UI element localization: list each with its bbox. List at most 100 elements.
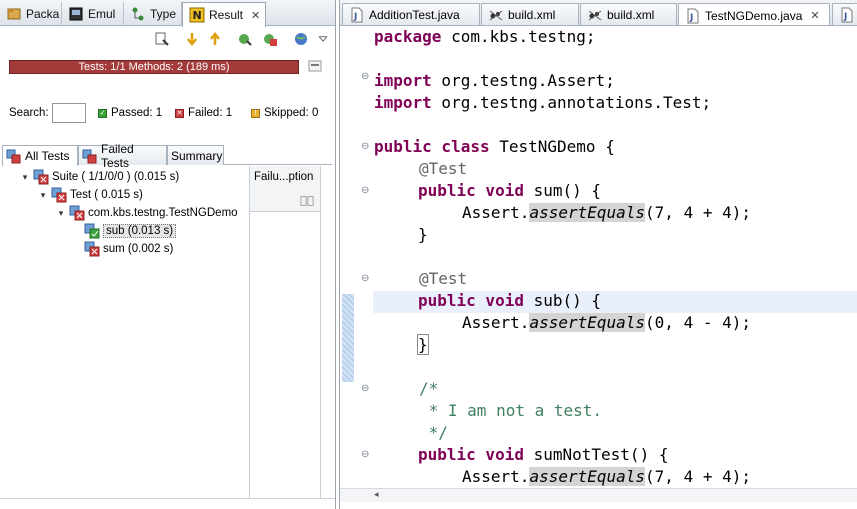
java-file-icon: J [839, 7, 855, 23]
java-file-icon: J [685, 8, 701, 24]
minimize-icon[interactable] [308, 60, 322, 72]
code-line: /* [419, 379, 439, 398]
tab-label: Emul [88, 7, 116, 21]
code-area[interactable]: package com.kbs.testng; import org.testn… [374, 26, 751, 486]
editor-tab-bar: J AdditionTest.java build.xml build.xml … [340, 0, 857, 26]
code-line: } [418, 225, 428, 244]
collapse-icon[interactable]: ▾ [56, 208, 66, 219]
tab-summary[interactable]: Summary [167, 145, 224, 165]
tab-addition-test[interactable]: J AdditionTest.java [342, 3, 480, 25]
scroll-left-icon[interactable]: ◂ [374, 489, 379, 500]
failure-exception-pane: Failu...ption [249, 166, 321, 498]
tree-item-class[interactable]: ▾ com.kbs.testng.TestNGDemo [56, 204, 238, 222]
code-line: * I am not a test. [419, 401, 603, 420]
code-line: Assert.assertEquals(7, 4 + 4); [462, 203, 751, 222]
package-explorer-icon [6, 6, 22, 22]
code-line: Assert.assertEquals(0, 4 - 4); [462, 313, 751, 332]
code-line: public void sumNotTest() { [418, 445, 669, 464]
type-hierarchy-icon [130, 6, 146, 22]
fold-icon[interactable]: ⊖ [361, 186, 371, 196]
tree-label: sub (0.013 s) [103, 224, 177, 238]
fold-icon[interactable]: ⊖ [361, 384, 371, 394]
java-file-icon: J [349, 7, 365, 23]
rerun-icon[interactable] [236, 30, 254, 48]
tab-label: All Tests [25, 149, 70, 163]
code-line: public class TestNGDemo { [374, 137, 615, 156]
collapse-icon[interactable]: ▾ [20, 172, 30, 183]
svg-text:J: J [353, 12, 357, 22]
compare-icon[interactable] [300, 194, 314, 211]
search-label: Search: [9, 107, 49, 119]
progress-bar: Tests: 1/1 Methods: 2 (189 ms) [9, 60, 299, 74]
passed-count: ✓ Passed: 1 [98, 107, 162, 119]
view-menu-icon[interactable] [314, 30, 332, 48]
tab-failed-tests[interactable]: Failed Tests [78, 142, 167, 170]
tree-label: sum (0.002 s) [103, 243, 174, 255]
svg-text:N: N [193, 9, 202, 22]
tab-emulator[interactable]: Emul [62, 2, 124, 26]
suite-failed-icon [33, 169, 49, 185]
rerun-failed-icon[interactable] [261, 30, 279, 48]
fold-icon[interactable]: ⊖ [361, 72, 371, 82]
skipped-label: Skipped: 0 [264, 107, 319, 119]
tab-label: AdditionTest.java [369, 8, 460, 22]
tree-label: Test ( 0.015 s) [70, 189, 143, 201]
horizontal-scrollbar[interactable]: ◂ [340, 488, 857, 502]
test-failed-icon [51, 187, 67, 203]
code-line: */ [419, 423, 448, 442]
next-failure-icon[interactable] [183, 30, 201, 48]
run-failed-icon[interactable] [153, 30, 171, 48]
code-line: Assert.assertEquals(7, 4 + 4); [462, 467, 751, 486]
tab-testngdemo-java[interactable]: J TestNGDemo.java ✕ [678, 3, 830, 25]
tab-build-xml-2[interactable]: build.xml [580, 3, 677, 25]
svg-text:J: J [689, 13, 693, 23]
passed-icon: ✓ [98, 108, 107, 118]
close-icon[interactable]: ✕ [810, 9, 819, 22]
tab-label: TestNGDemo.java [705, 8, 803, 23]
class-failed-icon [69, 205, 85, 221]
test-tree: ▾ Suite ( 1/1/0/0 ) (0.015 s) ▾ Test ( 0… [2, 166, 248, 498]
fold-icon[interactable]: ⊖ [361, 450, 371, 460]
tree-item-suite[interactable]: ▾ Suite ( 1/1/0/0 ) (0.015 s) [20, 168, 179, 186]
tab-type-hierarchy[interactable]: Type [124, 2, 182, 26]
tree-item-test[interactable]: ▾ Test ( 0.015 s) [38, 186, 143, 204]
svg-text:J: J [843, 12, 847, 22]
tab-overflow[interactable]: J [832, 3, 857, 25]
failed-tests-icon [82, 148, 98, 164]
ant-file-icon [587, 7, 603, 23]
previous-failure-icon[interactable] [206, 30, 224, 48]
skipped-count: ! Skipped: 0 [251, 107, 318, 119]
ant-file-icon [488, 7, 504, 23]
code-line: import org.testng.Assert; [374, 71, 615, 90]
fold-icon[interactable]: ⊖ [361, 274, 371, 284]
tree-item-method-sub[interactable]: sub (0.013 s) [84, 222, 177, 240]
fold-icon[interactable]: ⊖ [361, 142, 371, 152]
selection-range-indicator [342, 294, 354, 382]
tab-all-tests[interactable]: All Tests [2, 145, 78, 166]
tree-item-method-sum[interactable]: sum (0.002 s) [84, 240, 173, 258]
code-line: package com.kbs.testng; [374, 27, 596, 46]
globe-icon[interactable] [292, 30, 310, 48]
tab-build-xml-1[interactable]: build.xml [481, 3, 579, 25]
vertical-ruler [340, 26, 360, 498]
code-line: } [417, 334, 429, 355]
code-line: import org.testng.annotations.Test; [374, 93, 712, 112]
results-toolbar [0, 27, 335, 49]
left-bottom-divider [0, 498, 335, 509]
code-line: public void sub() { [418, 291, 602, 310]
tab-label: Result [209, 8, 244, 22]
java-editor: J AdditionTest.java build.xml build.xml … [339, 0, 857, 509]
tab-testng-results[interactable]: N Result ✕ [182, 2, 266, 27]
collapse-icon[interactable]: ▾ [38, 190, 48, 201]
tab-label: build.xml [607, 8, 655, 22]
method-failed-icon [84, 241, 100, 257]
tab-label: Summary [171, 148, 223, 163]
tab-label: Type [150, 7, 177, 21]
view-tab-bar: Packa Emul Type N Result ✕ [0, 0, 335, 27]
tab-package-explorer[interactable]: Packa [0, 2, 62, 26]
skipped-icon: ! [251, 108, 260, 118]
close-icon[interactable]: ✕ [251, 9, 260, 22]
test-hierarchy-icon [6, 148, 22, 164]
search-input[interactable] [52, 103, 86, 123]
failure-header: Failu...ption [250, 166, 320, 212]
